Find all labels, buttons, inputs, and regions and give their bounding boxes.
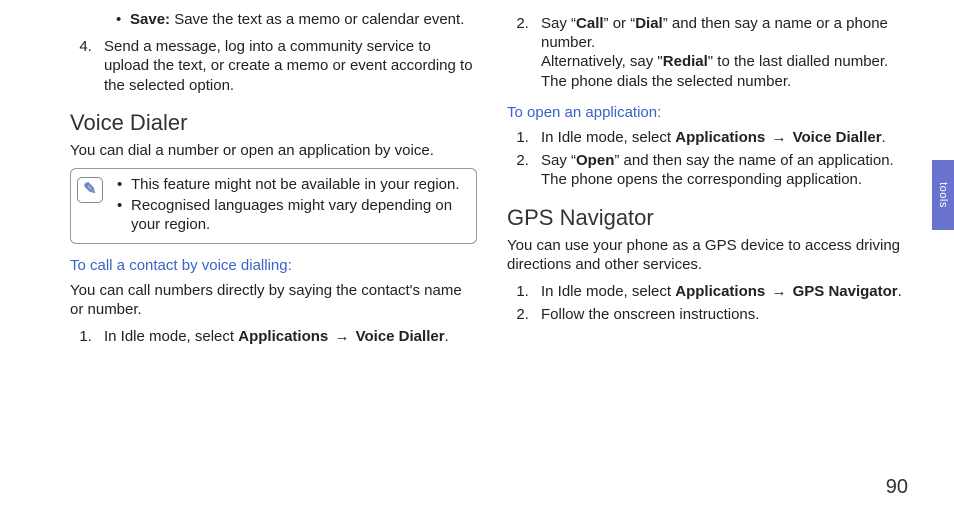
call-step-2: Say “Call” or “Dial” and then say a name… [533, 14, 914, 91]
open-step-2: Say “Open” and then say the name of an a… [533, 151, 914, 189]
arrow-icon: → [769, 282, 788, 301]
gps-intro: You can use your phone as a GPS device t… [507, 236, 914, 274]
call-steps: In Idle mode, select Applications → Voic… [70, 327, 477, 346]
open2b: Open [576, 152, 614, 169]
s2mid: ” or “ [604, 15, 636, 32]
gps-step-1: In Idle mode, select Applications → GPS … [533, 282, 914, 301]
open2c: ” and then say the name of an applicatio… [614, 152, 893, 169]
side-tab-label: tools [937, 182, 949, 208]
note-icon: ✎ [77, 177, 103, 203]
call-intro: You can call numbers directly by saying … [70, 281, 477, 319]
gps1b1: Applications [675, 283, 765, 300]
open-steps: In Idle mode, select Applications → Voic… [507, 128, 914, 190]
step-4: Send a message, log into a community ser… [96, 37, 477, 95]
call-step1-b2: Voice Dialler [356, 328, 445, 345]
open2result: The phone opens the corresponding applic… [541, 171, 862, 188]
open1pre: In Idle mode, select [541, 129, 675, 146]
open1b2: Voice Dialler [793, 129, 882, 146]
note-glyph: ✎ [83, 180, 96, 200]
voice-dialer-intro: You can dial a number or open an applica… [70, 141, 477, 160]
s2b2: Dial [635, 15, 663, 32]
gps1period: . [898, 283, 902, 300]
s2b1: Call [576, 15, 604, 32]
note-item-1: This feature might not be available in y… [111, 175, 468, 194]
gps1b2: GPS Navigator [793, 283, 898, 300]
open2a: Say “ [541, 152, 576, 169]
left-column: • Save: Save the text as a memo or calen… [70, 10, 477, 354]
s2altb: Redial [663, 53, 708, 70]
note-item-2: Recognised languages might vary dependin… [111, 196, 468, 234]
arrow-icon: → [332, 327, 351, 346]
arrow-icon: → [769, 128, 788, 147]
open-subheading: To open an application: [507, 103, 914, 122]
save-desc: Save the text as a memo or calendar even… [174, 11, 464, 28]
voice-dialer-title: Voice Dialer [70, 109, 477, 137]
page-number: 90 [886, 476, 908, 499]
s2altpost: " to the last dialled number. [708, 53, 888, 70]
s2a: Say “ [541, 15, 576, 32]
note-list: This feature might not be available in y… [111, 175, 468, 237]
call-steps-continued: Say “Call” or “Dial” and then say a name… [507, 14, 914, 91]
open-step-1: In Idle mode, select Applications → Voic… [533, 128, 914, 147]
save-label: Save: [130, 11, 170, 28]
gps-title: GPS Navigator [507, 204, 914, 232]
open1period: . [882, 129, 886, 146]
two-column-layout: • Save: Save the text as a memo or calen… [0, 0, 954, 354]
call-step1-b1: Applications [238, 328, 328, 345]
right-column: Say “Call” or “Dial” and then say a name… [507, 10, 914, 354]
call-subheading: To call a contact by voice dialling: [70, 256, 477, 275]
continued-steps: Send a message, log into a community ser… [70, 37, 477, 95]
call-step1-pre: In Idle mode, select [104, 328, 238, 345]
gps-step-2: Follow the onscreen instructions. [533, 305, 914, 324]
s2result: The phone dials the selected number. [541, 73, 791, 90]
save-bullet-text: Save: Save the text as a memo or calenda… [130, 10, 477, 29]
call-step1-period: . [445, 328, 449, 345]
note-box: ✎ This feature might not be available in… [70, 168, 477, 244]
section-side-tab: tools [932, 160, 954, 230]
manual-page: • Save: Save the text as a memo or calen… [0, 0, 954, 517]
gps1pre: In Idle mode, select [541, 283, 675, 300]
bullet-dot: • [116, 10, 130, 29]
call-step-1: In Idle mode, select Applications → Voic… [96, 327, 477, 346]
open1b1: Applications [675, 129, 765, 146]
save-bullet-row: • Save: Save the text as a memo or calen… [70, 10, 477, 29]
gps-steps: In Idle mode, select Applications → GPS … [507, 282, 914, 324]
s2altpre: Alternatively, say " [541, 53, 663, 70]
